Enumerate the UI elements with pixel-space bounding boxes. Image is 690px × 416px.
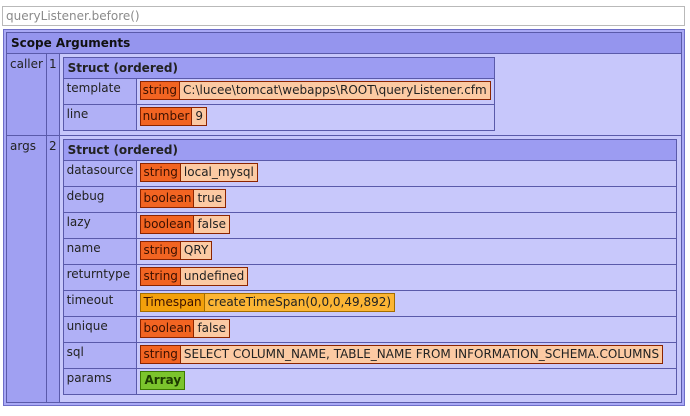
struct-row: timeout Timespan createTimeSpan(0,0,0,49,… [62, 290, 677, 318]
type-label: string [141, 164, 180, 182]
struct-key: debug [62, 186, 138, 214]
value-label: local_mysql [179, 164, 257, 182]
scope-dump: Scope Arguments caller 1 Struct (ordered… [3, 29, 685, 406]
struct-row: returntype string undefined [62, 264, 677, 292]
struct-row: datasource string local_mysql [62, 160, 677, 188]
struct-key: template [62, 78, 137, 105]
type-badge: boolean true [140, 189, 227, 209]
args-struct-header[interactable]: Struct (ordered) [62, 139, 678, 162]
type-badge: string local_mysql [140, 163, 258, 183]
struct-row: sql string SELECT COLUMN_NAME, TABLE_NAME… [62, 342, 677, 370]
value-label: true [193, 190, 226, 208]
type-label: number [140, 108, 192, 125]
arg-name-caller: caller [6, 52, 47, 137]
type-label: string [141, 346, 180, 364]
args-struct: Struct (ordered) datasource string local_… [62, 139, 678, 396]
arg-index-args: 2 [45, 135, 60, 403]
struct-key: returntype [62, 264, 138, 292]
type-label: boolean [141, 190, 194, 208]
type-label: string [141, 242, 180, 260]
type-badge: string SELECT COLUMN_NAME, TABLE_NAME FRO… [140, 345, 664, 365]
type-badge: number 9 [139, 107, 208, 126]
scope-header[interactable]: Scope Arguments [6, 32, 682, 54]
type-label: boolean [141, 216, 194, 234]
struct-key: line [62, 104, 137, 131]
value-label: QRY [179, 242, 212, 260]
arg-name-args: args [6, 135, 47, 403]
struct-row: template string C:\lucee\tomcat\webapps\R… [62, 78, 495, 105]
value-label: undefined [179, 268, 248, 286]
type-label: Timespan [141, 294, 204, 312]
struct-row: debug boolean true [62, 186, 677, 214]
scope-table: Scope Arguments caller 1 Struct (ordered… [6, 32, 683, 403]
array-badge[interactable]: Array [140, 371, 186, 391]
type-badge: string C:\lucee\tomcat\webapps\ROOT\query… [139, 81, 491, 100]
struct-key: params [62, 368, 138, 396]
struct-key: datasource [62, 160, 138, 188]
value-label: createTimeSpan(0,0,0,49,892) [203, 294, 395, 312]
type-badge: string undefined [140, 267, 249, 287]
struct-row: params Array [62, 368, 677, 396]
dump-title: queryListener.before() [2, 6, 685, 26]
arg-row-caller: caller 1 Struct (ordered) template strin… [6, 52, 683, 137]
struct-row: name string QRY [62, 238, 677, 266]
type-badge: string QRY [140, 241, 213, 261]
arg-index-caller: 1 [45, 52, 60, 137]
type-badge: Timespan createTimeSpan(0,0,0,49,892) [140, 293, 396, 313]
caller-struct-header[interactable]: Struct (ordered) [62, 57, 495, 79]
type-label: string [141, 268, 180, 286]
type-label: string [140, 82, 180, 99]
value-label: false [193, 216, 229, 234]
value-label: C:\lucee\tomcat\webapps\ROOT\queryListen… [179, 82, 490, 99]
struct-key: name [62, 238, 138, 266]
arg-row-args: args 2 Struct (ordered) datasource strin… [6, 135, 683, 403]
struct-key: lazy [62, 212, 138, 240]
type-badge: boolean false [140, 319, 230, 339]
caller-struct: Struct (ordered) template string C:\lucee… [62, 57, 495, 131]
struct-row: lazy boolean false [62, 212, 677, 240]
arg-value-caller: Struct (ordered) template string C:\lucee… [58, 52, 683, 137]
arg-value-args: Struct (ordered) datasource string local_… [58, 135, 683, 403]
value-label: SELECT COLUMN_NAME, TABLE_NAME FROM INFO… [179, 346, 663, 364]
type-label: boolean [141, 320, 194, 338]
struct-row: line number 9 [62, 104, 495, 131]
type-badge: boolean false [140, 215, 230, 235]
value-label: 9 [191, 108, 207, 125]
struct-key: sql [62, 342, 138, 370]
struct-key: timeout [62, 290, 138, 318]
struct-key: unique [62, 316, 138, 344]
value-label: false [193, 320, 229, 338]
struct-row: unique boolean false [62, 316, 677, 344]
